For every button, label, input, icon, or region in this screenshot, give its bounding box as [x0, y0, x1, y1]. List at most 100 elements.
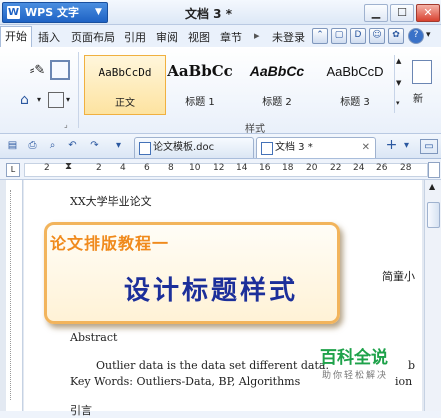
vertical-ruler-ticks [10, 190, 19, 400]
skin-icon[interactable]: ▢ [331, 28, 347, 44]
borders-dropdown-icon[interactable]: ▾ [66, 95, 70, 104]
ruler-number: 6 [144, 163, 150, 173]
doc-abstract-body: Outlier data is the data set different d… [96, 359, 329, 372]
ruler-number: 16 [259, 163, 271, 173]
close-tab-icon[interactable]: ✕ [362, 138, 370, 157]
undo-icon[interactable]: ↶ [66, 139, 79, 152]
ruler-number: 14 [236, 163, 248, 173]
doc-tab-thesis-template[interactable]: 论文模板.doc [134, 137, 254, 158]
collapse-ribbon-icon[interactable]: ⌃ [312, 28, 328, 44]
clear-format-icon[interactable]: ⸗✎ [30, 62, 45, 78]
share-icon[interactable]: ☺ [369, 28, 385, 44]
scroll-up-icon[interactable]: ▲ [396, 57, 401, 65]
doc-keywords-tail: ion [395, 375, 413, 388]
app-menu-button[interactable]: W WPS 文字 ▼ [2, 2, 108, 23]
doc-keywords: Key Words: Outliers-Data, BP, Algorithms [70, 375, 301, 388]
close-icon: ✕ [423, 6, 433, 19]
menu-item-home[interactable]: 开始 [0, 26, 32, 47]
menu-item-page-layout[interactable]: 页面布局 [71, 29, 115, 45]
style-sample: AaBbCcD [326, 64, 384, 79]
tab-label: 论文模板.doc [153, 142, 215, 153]
shading-dropdown-icon[interactable]: ▾ [37, 95, 41, 104]
customize-toolbar-icon[interactable]: ▾ [112, 139, 125, 152]
new-style-button[interactable]: 新 [408, 56, 438, 112]
style-name: 标题 3 [340, 97, 370, 108]
window-title: 文档 3 * [185, 7, 232, 21]
doc-abstract-body-tail: b [408, 359, 416, 372]
help-icon[interactable]: ? [408, 28, 424, 44]
tab-stop-selector-icon[interactable]: L [6, 163, 20, 177]
wps-logo-icon: W [7, 6, 20, 19]
ruler-number: 26 [376, 163, 388, 173]
style-gallery-scroll[interactable]: ▲ ▼ ▾ [394, 55, 404, 113]
indent-marker-icon[interactable]: ⧗ [65, 161, 72, 172]
doc-intro-heading: 引言 [70, 404, 92, 417]
app-menu-label: WPS 文字 [25, 6, 79, 19]
print-icon[interactable]: ⎙ [26, 139, 39, 152]
ribbon-divider [78, 52, 79, 128]
ruler-number: 22 [330, 163, 342, 173]
ruler-number: 10 [189, 163, 201, 173]
watermark-logo: 百科全说 [320, 348, 388, 368]
ruler-number: 8 [168, 163, 174, 173]
banner-subtitle: 论文排版教程一 [50, 234, 170, 253]
ruler-number: 28 [400, 163, 412, 173]
scroll-down-icon[interactable]: ▼ [396, 79, 401, 87]
paragraph-dialog-icon[interactable]: ⌟ [64, 120, 68, 129]
doc-abstract-heading: Abstract [70, 331, 118, 344]
style-heading-3[interactable]: AaBbCcD 标题 3 [318, 55, 392, 113]
style-heading-2[interactable]: AaBbCc 标题 2 [240, 55, 314, 113]
minimize-icon: ▁ [371, 6, 381, 19]
maximize-icon: ☐ [397, 6, 407, 19]
vertical-scrollbar[interactable]: ▲ [424, 180, 441, 411]
borders-icon[interactable] [48, 92, 64, 108]
maximize-button[interactable]: ☐ [390, 4, 414, 22]
ruler-number: 4 [120, 163, 126, 173]
save-icon[interactable]: ▤ [6, 139, 19, 152]
docer-icon[interactable]: D [350, 28, 366, 44]
ruler-track[interactable] [24, 163, 428, 177]
print-preview-icon[interactable]: ⌕ [46, 139, 59, 152]
ruler-toggle-icon[interactable] [428, 162, 440, 178]
menu-item-references[interactable]: 引用 [124, 29, 146, 45]
new-tab-icon[interactable]: + [385, 138, 398, 152]
style-heading-1[interactable]: AaBbCc 标题 1 [164, 55, 236, 113]
ruler-number: 12 [213, 163, 225, 173]
doc-line-cut: 简童小 [382, 270, 415, 283]
login-button[interactable]: 未登录 [272, 29, 305, 45]
tab-label: 文档 3 * [275, 142, 313, 153]
minimize-button[interactable]: ▁ [364, 4, 388, 22]
ruler-number: 2 [96, 163, 102, 173]
paragraph-shading-icon[interactable]: ⌂ [20, 92, 29, 108]
banner-title: 设计标题样式 [124, 276, 299, 306]
help-dropdown-icon[interactable]: ▾ [426, 30, 431, 40]
style-sample: AaBbCcDd [98, 66, 152, 79]
scrollbar-thumb[interactable] [427, 202, 440, 228]
document-icon [261, 142, 273, 155]
chevron-down-icon: ▼ [95, 7, 102, 17]
menu-item-chapter[interactable]: 章节 [220, 29, 242, 45]
tab-layout-icon[interactable]: ▭ [420, 139, 438, 154]
menu-item-insert[interactable]: 插入 [38, 29, 60, 45]
style-name: 标题 2 [262, 97, 292, 108]
style-body[interactable]: AaBbCcDd 正文 [84, 55, 166, 115]
scroll-up-icon[interactable]: ▲ [429, 182, 435, 191]
ruler-number: 18 [282, 163, 294, 173]
doc-line-title: XX大学毕业论文 [70, 195, 152, 208]
tab-list-icon[interactable]: ▾ [400, 139, 413, 152]
menu-item-view[interactable]: 视图 [188, 29, 210, 45]
style-sample: AaBbCc [249, 63, 305, 79]
menu-more-button[interactable]: ▸ [254, 29, 260, 42]
menu-item-review[interactable]: 审阅 [156, 29, 178, 45]
ruler-number: 2 [44, 163, 50, 173]
ruler-number: 20 [306, 163, 318, 173]
close-button[interactable]: ✕ [416, 4, 440, 22]
document-icon [139, 142, 151, 155]
select-box-icon[interactable] [50, 60, 70, 80]
new-style-icon [412, 60, 432, 84]
settings-icon[interactable]: ✿ [388, 28, 404, 44]
doc-tab-document-3[interactable]: 文档 3 * ✕ [256, 137, 376, 158]
ruler-number: 24 [353, 163, 365, 173]
expand-gallery-icon[interactable]: ▾ [396, 99, 400, 107]
redo-icon[interactable]: ↷ [88, 139, 101, 152]
